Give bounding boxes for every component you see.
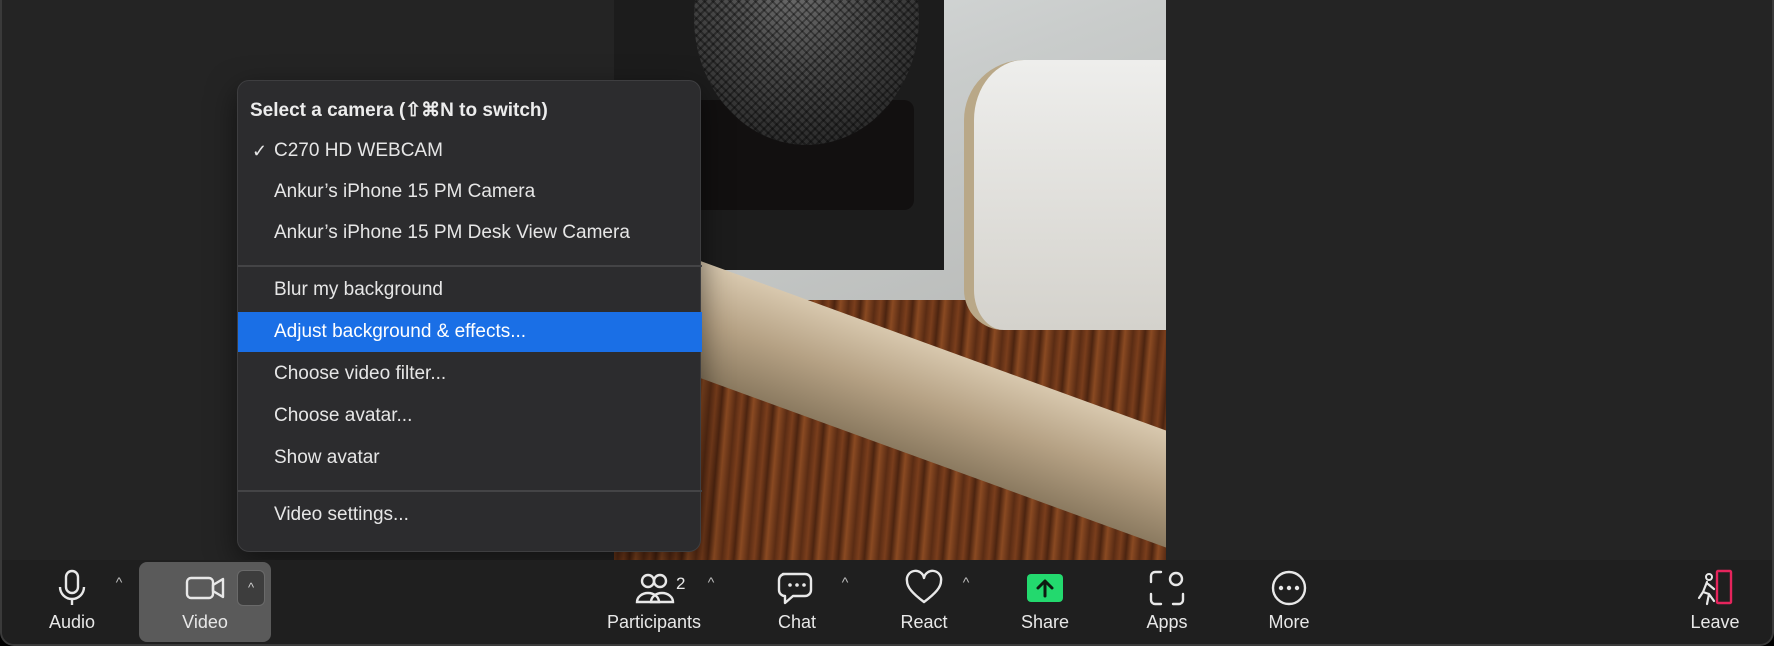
meeting-toolbar: Audio ^ Video ^ Participants 2 ^ Chat ^ …: [2, 560, 1772, 644]
camera-option-label: Ankur’s iPhone 15 PM Desk View Camera: [274, 222, 630, 243]
audio-button[interactable]: Audio: [32, 560, 112, 644]
apps-icon: [1149, 570, 1185, 606]
leave-icon: [1697, 569, 1733, 606]
option-label: Adjust background & effects...: [274, 321, 527, 342]
participants-count: 2: [676, 574, 686, 593]
apps-button[interactable]: Apps: [1127, 560, 1207, 644]
blur-background-option[interactable]: Blur my background: [238, 270, 702, 310]
chat-label: Chat: [777, 612, 817, 632]
checkmark-icon: ✓: [252, 141, 268, 161]
adjust-background-option[interactable]: Adjust background & effects...: [238, 312, 702, 352]
heart-icon: [905, 569, 943, 604]
share-screen-icon: [1027, 574, 1063, 602]
video-filter-option[interactable]: Choose video filter...: [238, 354, 702, 394]
menu-title: Select a camera (⇧⌘N to switch): [250, 100, 548, 121]
video-button[interactable]: Video ^: [139, 562, 271, 642]
menu-separator: [238, 265, 702, 267]
video-options-caret[interactable]: ^: [237, 570, 265, 606]
participants-options-caret[interactable]: ^: [702, 574, 720, 592]
camera-option-iphone-desk-view[interactable]: Ankur’s iPhone 15 PM Desk View Camera: [238, 213, 702, 253]
react-options-caret[interactable]: ^: [957, 574, 975, 592]
more-label: More: [1268, 612, 1310, 632]
more-icon: [1271, 570, 1307, 606]
leave-label: Leave: [1690, 612, 1740, 632]
video-camera-icon: [185, 576, 225, 600]
option-label: Video settings...: [274, 504, 409, 525]
chat-options-caret[interactable]: ^: [836, 574, 854, 592]
participants-label: Participants: [606, 612, 702, 632]
camera-option-iphone[interactable]: Ankur’s iPhone 15 PM Camera: [238, 172, 702, 212]
audio-label: Audio: [48, 612, 96, 632]
chat-button[interactable]: Chat: [757, 560, 837, 644]
camera-option-label: C270 HD WEBCAM: [274, 140, 443, 161]
meeting-stage: Select a camera (⇧⌘N to switch) ✓ C270 H…: [2, 0, 1772, 560]
option-label: Blur my background: [274, 279, 443, 300]
react-button[interactable]: React: [884, 560, 964, 644]
share-label: Share: [1020, 612, 1070, 632]
share-button[interactable]: Share: [1005, 560, 1085, 644]
chat-icon: [777, 572, 813, 605]
show-avatar-option[interactable]: Show avatar: [238, 438, 702, 478]
leave-button[interactable]: Leave: [1675, 560, 1755, 644]
option-label: Choose avatar...: [274, 405, 413, 426]
microphone-icon: [58, 569, 86, 605]
video-settings-option[interactable]: Video settings...: [238, 495, 702, 535]
camera-option-c270[interactable]: ✓ C270 HD WEBCAM: [238, 131, 702, 171]
option-label: Show avatar: [274, 447, 380, 468]
apps-label: Apps: [1146, 612, 1188, 632]
video-white-stand: [964, 60, 1166, 330]
participants-button[interactable]: Participants: [594, 560, 714, 644]
video-label: Video: [182, 612, 228, 632]
choose-avatar-option[interactable]: Choose avatar...: [238, 396, 702, 436]
menu-separator: [238, 490, 702, 492]
participants-icon: [635, 573, 675, 604]
option-label: Choose video filter...: [274, 363, 447, 384]
audio-options-caret[interactable]: ^: [110, 574, 128, 592]
camera-option-label: Ankur’s iPhone 15 PM Camera: [274, 181, 536, 202]
camera-dropdown-menu: Select a camera (⇧⌘N to switch) ✓ C270 H…: [237, 80, 702, 552]
react-label: React: [900, 612, 948, 632]
more-button[interactable]: More: [1249, 560, 1329, 644]
zoom-meeting-window: Select a camera (⇧⌘N to switch) ✓ C270 H…: [0, 0, 1774, 646]
